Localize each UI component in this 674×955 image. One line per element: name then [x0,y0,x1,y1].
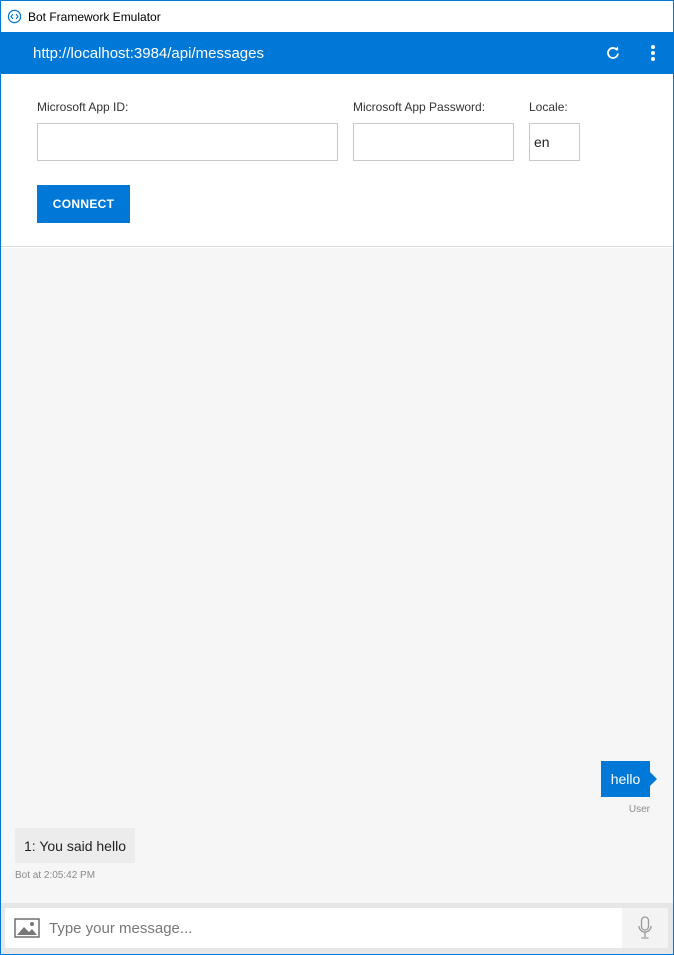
more-vertical-icon[interactable] [641,41,665,65]
bot-message-meta: Bot at 2:05:42 PM [15,870,96,881]
endpoint-url[interactable]: http://localhost:3984/api/messages [33,45,601,62]
microphone-icon[interactable] [622,908,668,948]
refresh-icon[interactable] [601,41,625,65]
connection-form: Microsoft App ID: Microsoft App Password… [1,74,673,247]
user-message-meta: User [628,804,650,815]
locale-input[interactable] [529,123,580,161]
connect-button[interactable]: CONNECT [37,185,130,223]
message-input[interactable] [49,909,622,947]
window-titlebar: Bot Framework Emulator [1,0,673,32]
window-title: Bot Framework Emulator [28,9,161,24]
bot-message-bubble[interactable]: 1: You said hello [15,828,135,863]
message-composer [1,903,673,954]
locale-label: Locale: [529,100,568,114]
app-password-input[interactable] [353,123,514,161]
app-id-input[interactable] [37,123,338,161]
app-password-label: Microsoft App Password: [353,100,486,114]
app-id-label: Microsoft App ID: [37,100,129,114]
user-message-bubble[interactable]: hello [601,761,657,797]
image-upload-icon[interactable] [5,908,49,948]
endpoint-bar: http://localhost:3984/api/messages [1,32,673,80]
chat-history[interactable]: hello User 1: You said hello Bot at 2:05… [1,248,673,903]
emulator-icon [6,9,22,25]
composer-box [5,908,668,948]
